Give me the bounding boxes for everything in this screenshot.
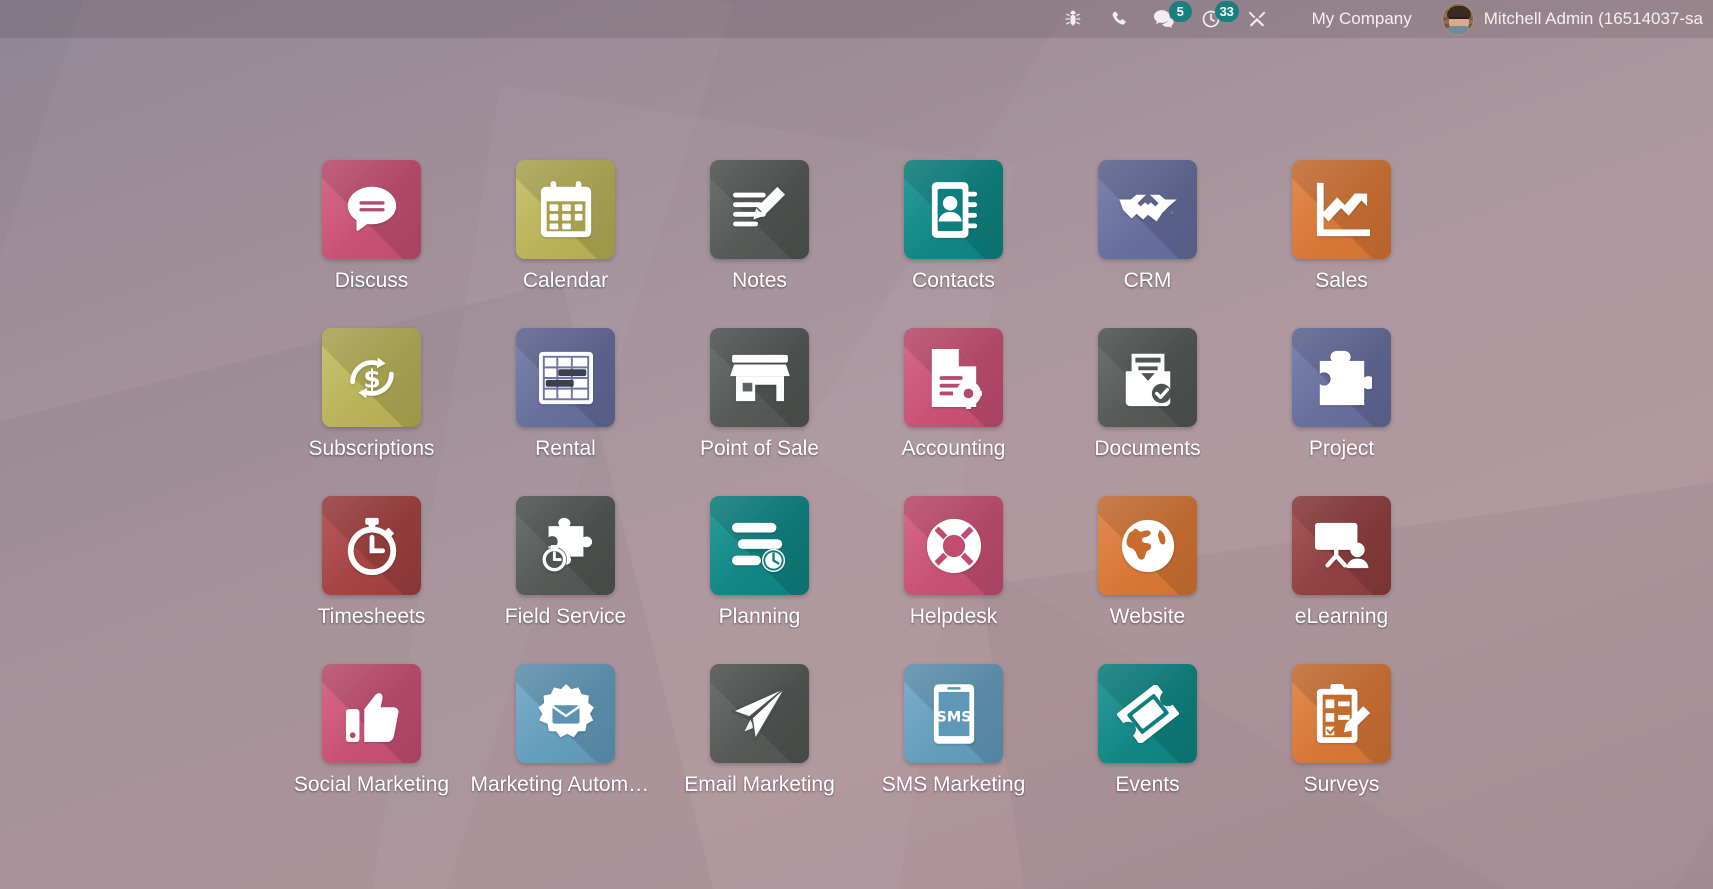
project-icon[interactable] [1292,328,1391,427]
app-label: Point of Sale [699,437,820,460]
app-label: Rental [535,437,596,460]
subscriptions-icon[interactable]: $ [322,328,421,427]
user-menu[interactable]: Mitchell Admin (16514037-sa [1428,3,1713,35]
email-marketing-icon[interactable] [710,664,809,763]
accounting-icon[interactable] [904,328,1003,427]
documents-icon[interactable] [1098,328,1197,427]
planning-icon[interactable] [710,496,809,595]
app-subscriptions[interactable]: $ Subscriptions [275,328,469,496]
app-label: Social Marketing [293,773,450,796]
app-label: Helpdesk [909,605,998,628]
tools-icon[interactable] [1234,0,1280,38]
app-project[interactable]: Project [1245,328,1439,496]
app-label: Documents [1094,437,1201,460]
elearning-icon[interactable] [1292,496,1391,595]
app-label: Marketing Automation [470,773,661,796]
app-social-marketing[interactable]: Social Marketing [275,664,469,832]
app-label: Sales [1315,269,1368,292]
app-label: Website [1109,605,1186,628]
systray: 5 33 [1050,0,1280,38]
timesheets-icon[interactable] [322,496,421,595]
helpdesk-icon[interactable] [904,496,1003,595]
app-label: Events [1115,773,1180,796]
app-rental[interactable]: Rental [469,328,663,496]
app-sales[interactable]: Sales [1245,160,1439,328]
rental-icon[interactable] [516,328,615,427]
app-label: Surveys [1303,773,1380,796]
app-label: Calendar [522,269,609,292]
point-of-sale-icon[interactable] [710,328,809,427]
apps-grid: Discuss Calendar Notes Contacts CRM Sale… [275,160,1439,889]
svg-text:SMS: SMS [936,709,971,725]
app-sms-marketing[interactable]: SMS SMS Marketing [857,664,1051,832]
app-label: Contacts [912,269,995,292]
avatar [1441,3,1474,35]
app-label: SMS Marketing [881,773,1026,796]
app-field-service[interactable]: Field Service [469,496,663,664]
messages-icon[interactable]: 5 [1142,0,1192,38]
app-label: eLearning [1294,605,1389,628]
app-label: Subscriptions [308,437,435,460]
app-email-marketing[interactable]: Email Marketing [663,664,857,832]
apps-menu: Discuss Calendar Notes Contacts CRM Sale… [0,38,1713,889]
svg-text:$: $ [363,364,381,393]
website-icon[interactable] [1098,496,1197,595]
app-crm[interactable]: CRM [1051,160,1245,328]
app-documents[interactable]: Documents [1051,328,1245,496]
social-marketing-icon[interactable] [322,664,421,763]
app-label: Discuss [334,269,409,292]
app-surveys[interactable]: Surveys [1245,664,1439,832]
sales-icon[interactable] [1292,160,1391,259]
discuss-icon[interactable] [322,160,421,259]
app-planning[interactable]: Planning [663,496,857,664]
phone-icon[interactable] [1096,0,1142,38]
app-label: Email Marketing [684,773,835,796]
calendar-icon[interactable] [516,160,615,259]
company-switcher[interactable]: My Company [1280,9,1428,29]
app-events[interactable]: Events [1051,664,1245,832]
app-point-of-sale[interactable]: Point of Sale [663,328,857,496]
bug-icon[interactable] [1050,0,1096,38]
contacts-icon[interactable] [904,160,1003,259]
activities-icon[interactable]: 33 [1188,0,1239,38]
app-label: CRM [1123,269,1172,292]
surveys-icon[interactable] [1292,664,1391,763]
notes-icon[interactable] [710,160,809,259]
app-contacts[interactable]: Contacts [857,160,1051,328]
marketing-automation-icon[interactable] [516,664,615,763]
app-label: Accounting [901,437,1006,460]
app-label: Project [1308,437,1375,460]
top-navbar: 5 33 My Company Mitchell Admin (16514037… [0,0,1713,38]
app-notes[interactable]: Notes [663,160,857,328]
field-service-icon[interactable] [516,496,615,595]
app-timesheets[interactable]: Timesheets [275,496,469,664]
crm-icon[interactable] [1098,160,1197,259]
app-elearning[interactable]: eLearning [1245,496,1439,664]
app-label: Planning [718,605,801,628]
user-name: Mitchell Admin (16514037-sa [1483,9,1703,28]
app-label: Notes [732,269,787,292]
app-calendar[interactable]: Calendar [469,160,663,328]
app-discuss[interactable]: Discuss [275,160,469,328]
app-label: Timesheets [317,605,426,628]
app-accounting[interactable]: Accounting [857,328,1051,496]
sms-marketing-icon[interactable]: SMS [904,664,1003,763]
app-helpdesk[interactable]: Helpdesk [857,496,1051,664]
events-icon[interactable] [1098,664,1197,763]
app-label: Field Service [504,605,627,628]
app-marketing-automation[interactable]: Marketing Automation [469,664,663,832]
app-website[interactable]: Website [1051,496,1245,664]
